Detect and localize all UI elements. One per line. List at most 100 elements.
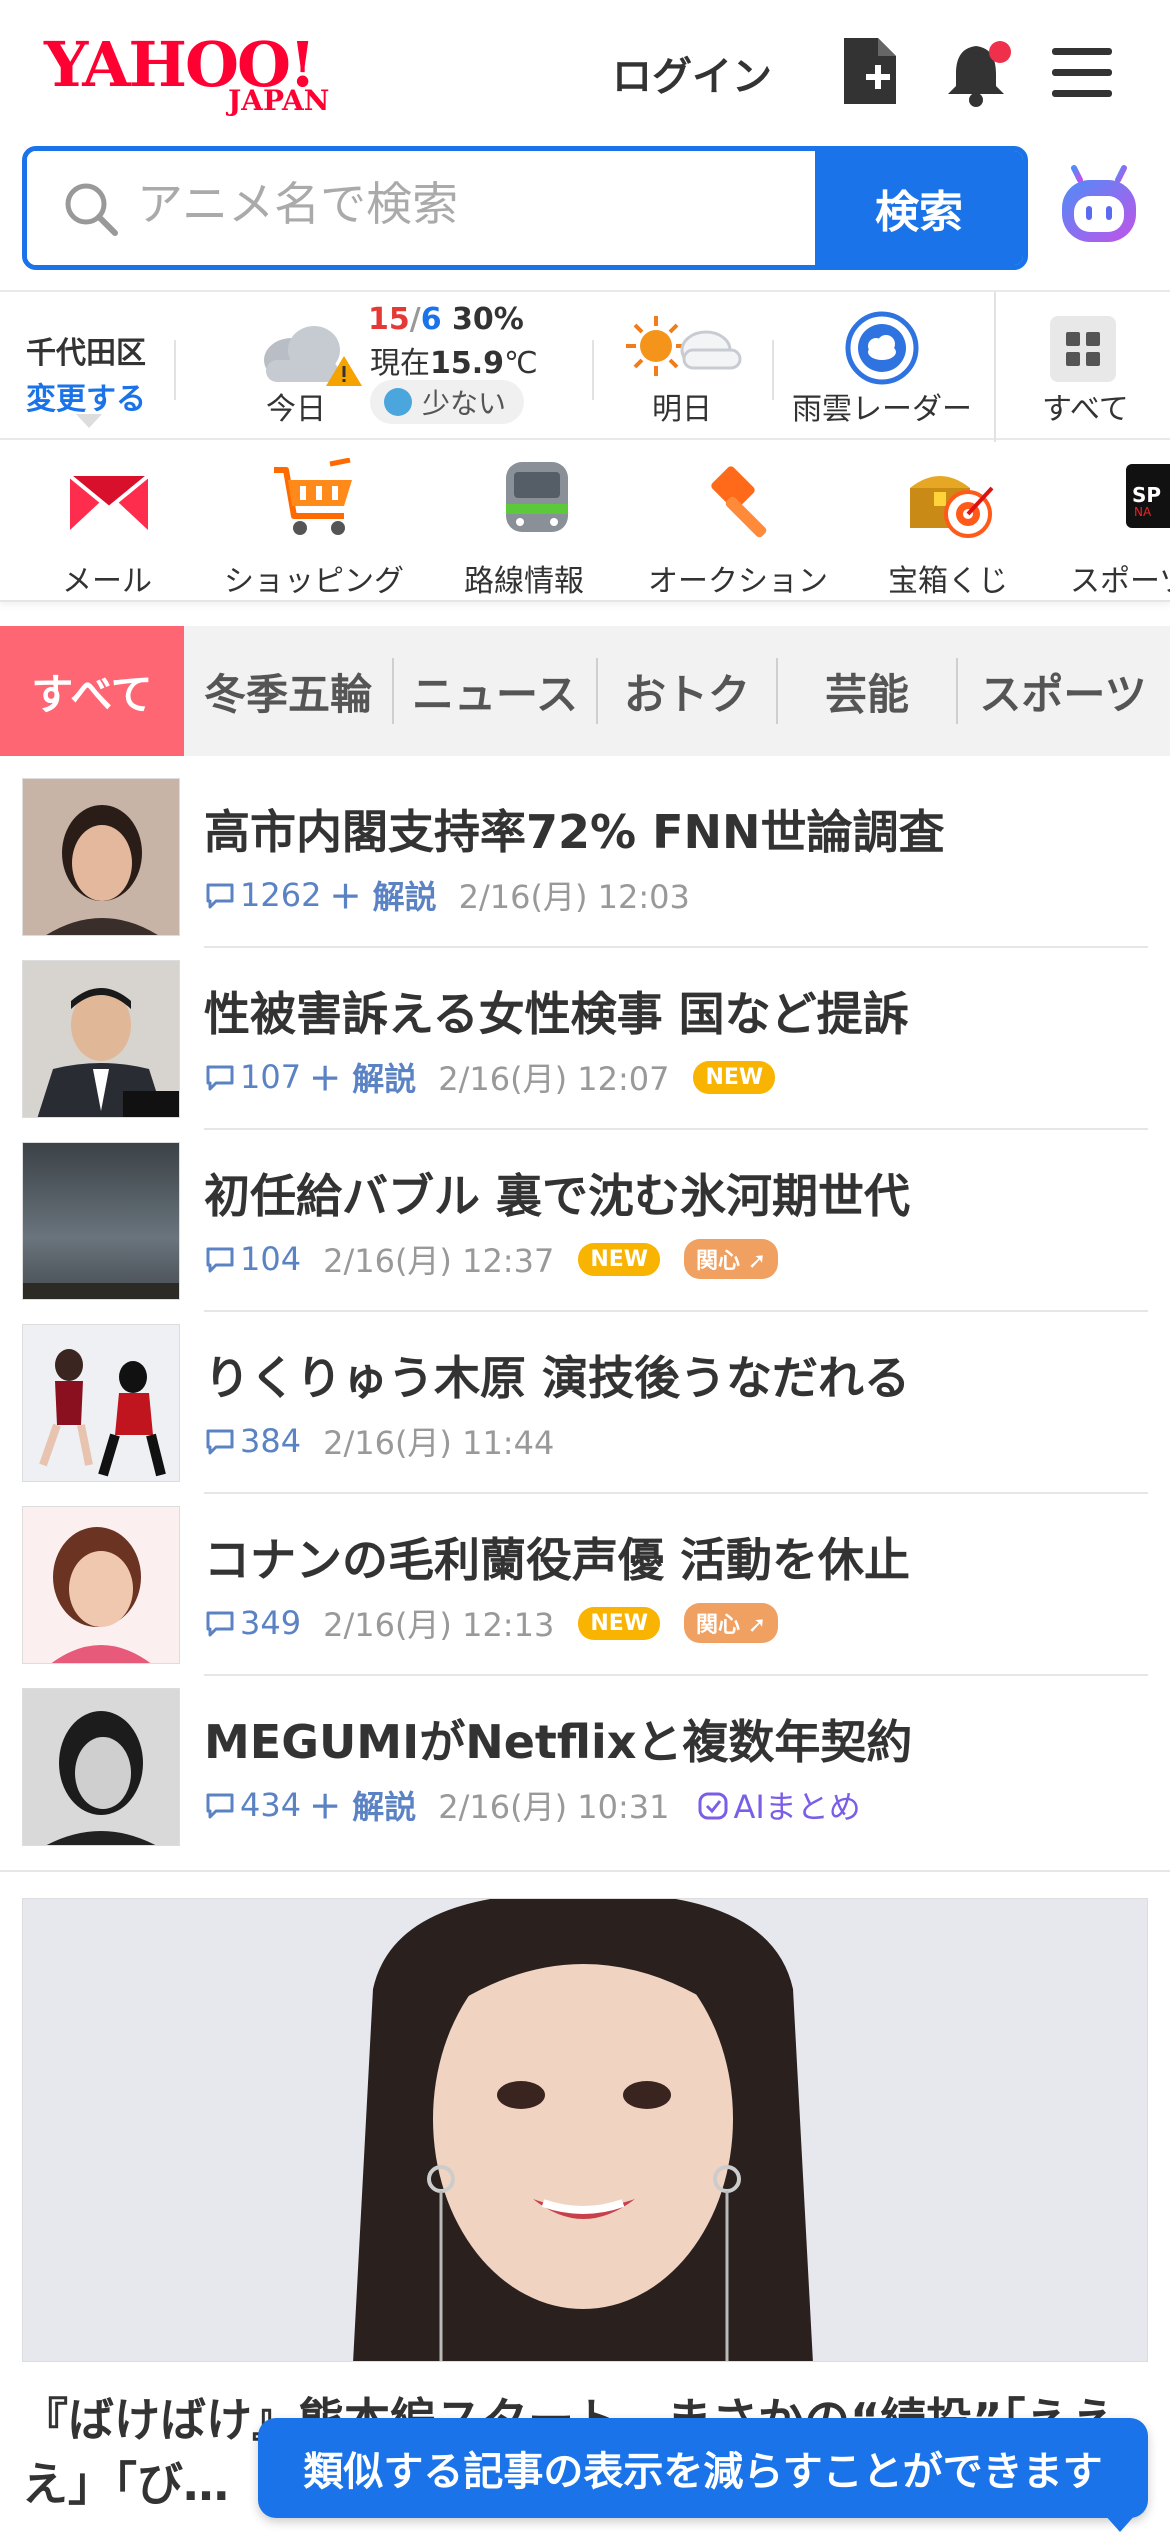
svg-text:NA: NA (1134, 505, 1152, 519)
comment-count: 349 (240, 1604, 302, 1642)
service-label: メール (62, 564, 152, 599)
reduce-similar-toast[interactable]: 類似する記事の表示を減らすことができます (258, 2418, 1148, 2518)
document-add-icon[interactable] (838, 36, 902, 108)
interest-label: 関心 (696, 1249, 741, 1274)
tab-winter-olympics[interactable]: 冬季五輪 (184, 626, 392, 756)
news-thumbnail (22, 1688, 180, 1846)
current-temp-value: 15.9 (430, 346, 505, 381)
category-tabs: すべて 冬季五輪 ニュース おトク 芸能 スポーツ (0, 626, 1170, 756)
caret-down-icon (76, 414, 102, 428)
treasure-box-icon (906, 458, 996, 542)
today-label: 今日 (266, 392, 326, 427)
rain-chance: 30% (452, 302, 524, 337)
interest-badge: 関心 ➚ (684, 1603, 779, 1643)
news-title: りくりゅう木原 演技後うなだれる (204, 1351, 911, 1405)
sports-icon: SP NA (1126, 458, 1170, 542)
auction-hammer-icon (696, 458, 786, 542)
news-item[interactable]: 初任給バブル 裏で沈む氷河期世代 104 2/16(月) 12:37 NEW 関… (22, 1130, 1148, 1312)
ai-summary-label: AIまとめ (733, 1788, 861, 1826)
news-thumbnail (22, 1506, 180, 1664)
search-field[interactable] (27, 151, 815, 265)
news-title: MEGUMIがNetflixと複数年契約 (204, 1715, 913, 1769)
new-badge: NEW (578, 1606, 661, 1640)
interest-badge: 関心 ➚ (684, 1239, 779, 1279)
menu-icon[interactable] (1050, 36, 1114, 108)
train-icon (492, 458, 582, 542)
ai-assistant-icon[interactable] (1056, 164, 1142, 250)
comment-count: 107 (240, 1058, 302, 1096)
tab-entertainment[interactable]: 芸能 (778, 626, 956, 756)
news-meta: 104 2/16(月) 12:37 NEW 関心 ➚ (204, 1236, 779, 1282)
news-thumbnail (22, 1324, 180, 1482)
news-time: 2/16(月) 10:31 (438, 1788, 670, 1826)
mail-icon (64, 458, 154, 542)
feature-image[interactable] (22, 1898, 1148, 2362)
news-time: 2/16(月) 11:44 (323, 1424, 555, 1462)
news-title: コナンの毛利蘭役声優 活動を休止 (204, 1533, 911, 1587)
commentary-link[interactable]: ＋ 解説 (309, 1054, 416, 1100)
divider (994, 292, 996, 442)
temp-high: 15 (368, 302, 410, 337)
cloudy-warning-icon (254, 320, 366, 394)
divider (174, 340, 176, 400)
comment-icon (206, 1247, 234, 1273)
bell-icon[interactable] (944, 36, 1011, 108)
comment-count: 384 (240, 1422, 302, 1460)
change-location-link[interactable]: 変更する (26, 374, 146, 418)
ai-summary-link[interactable]: AIまとめ (697, 1782, 861, 1828)
service-label: オークション (648, 564, 828, 599)
login-link[interactable]: ログイン (612, 44, 772, 102)
news-meta: 1262 ＋ 解説 2/16(月) 12:03 (204, 872, 690, 918)
pollen-badge[interactable]: 少ない (370, 380, 525, 424)
news-time: 2/16(月) 12:03 (458, 878, 690, 916)
news-item[interactable]: 性被害訴える女性検事 国など提訴 107 ＋ 解説 2/16(月) 12:07 … (22, 948, 1148, 1130)
news-item[interactable]: りくりゅう木原 演技後うなだれる 384 2/16(月) 11:44 (22, 1312, 1148, 1494)
news-title: 性被害訴える女性検事 国など提訴 (204, 987, 909, 1041)
commentary-link[interactable]: ＋ 解説 (329, 872, 436, 918)
service-label: ショッピング (224, 564, 404, 599)
commentary-link[interactable]: ＋ 解説 (309, 1782, 416, 1828)
news-thumbnail (22, 778, 180, 936)
tab-all[interactable]: すべて (0, 626, 184, 756)
news-title: 高市内閣支持率72% FNN世論調査 (204, 805, 945, 859)
search-button[interactable]: 検索 (815, 151, 1023, 265)
divider (592, 340, 594, 400)
service-label: スポーツ (1070, 564, 1170, 599)
tab-deals[interactable]: おトク (598, 626, 776, 756)
header: YAHOO! JAPAN ログイン (0, 0, 1170, 145)
location-selector[interactable]: 千代田区 変更する (26, 328, 146, 418)
shopping-cart-icon (270, 457, 360, 542)
all-label: すべて (1042, 392, 1129, 427)
tab-sports[interactable]: スポーツ (958, 626, 1168, 756)
tab-news[interactable]: ニュース (394, 626, 596, 756)
news-title: 初任給バブル 裏で沈む氷河期世代 (204, 1169, 911, 1223)
current-temperature: 現在15.9℃ (370, 338, 538, 382)
ai-check-icon (698, 1792, 728, 1820)
radar-icon (844, 310, 920, 390)
temp-separator: / (409, 302, 421, 337)
news-meta: 434 ＋ 解説 2/16(月) 10:31 AIまとめ (204, 1782, 861, 1828)
yahoo-logo[interactable]: YAHOO! JAPAN (44, 28, 364, 118)
comment-icon (206, 883, 234, 909)
grid-icon (1050, 316, 1116, 382)
weather-bar: 千代田区 変更する 今日 15/6 30% 現在15.9℃ 少ない 明日 雨雲レ… (0, 290, 1170, 442)
news-item[interactable]: 高市内閣支持率72% FNN世論調査 1262 ＋ 解説 2/16(月) 12:… (22, 766, 1148, 948)
current-unit: ℃ (504, 346, 538, 381)
radar-label: 雨雲レーダー (792, 392, 972, 427)
news-item[interactable]: MEGUMIがNetflixと複数年契約 434 ＋ 解説 2/16(月) 10… (22, 1676, 1148, 1858)
arrow-up-icon: ➚ (740, 1613, 767, 1638)
search-input[interactable] (137, 169, 717, 239)
news-time: 2/16(月) 12:37 (323, 1242, 555, 1280)
pollen-level: 少ない (422, 387, 507, 420)
logo-sub: JAPAN (228, 84, 330, 117)
arrow-up-icon: ➚ (740, 1249, 767, 1274)
divider (772, 340, 774, 400)
news-time: 2/16(月) 12:07 (438, 1060, 670, 1098)
news-thumbnail (22, 960, 180, 1118)
news-item[interactable]: コナンの毛利蘭役声優 活動を休止 349 2/16(月) 12:13 NEW 関… (22, 1494, 1148, 1676)
comment-icon (206, 1065, 234, 1091)
current-prefix: 現在 (370, 346, 430, 381)
sunny-cloudy-icon (622, 312, 744, 386)
comment-count: 1262 (240, 876, 322, 914)
temp-low: 6 (420, 302, 442, 337)
